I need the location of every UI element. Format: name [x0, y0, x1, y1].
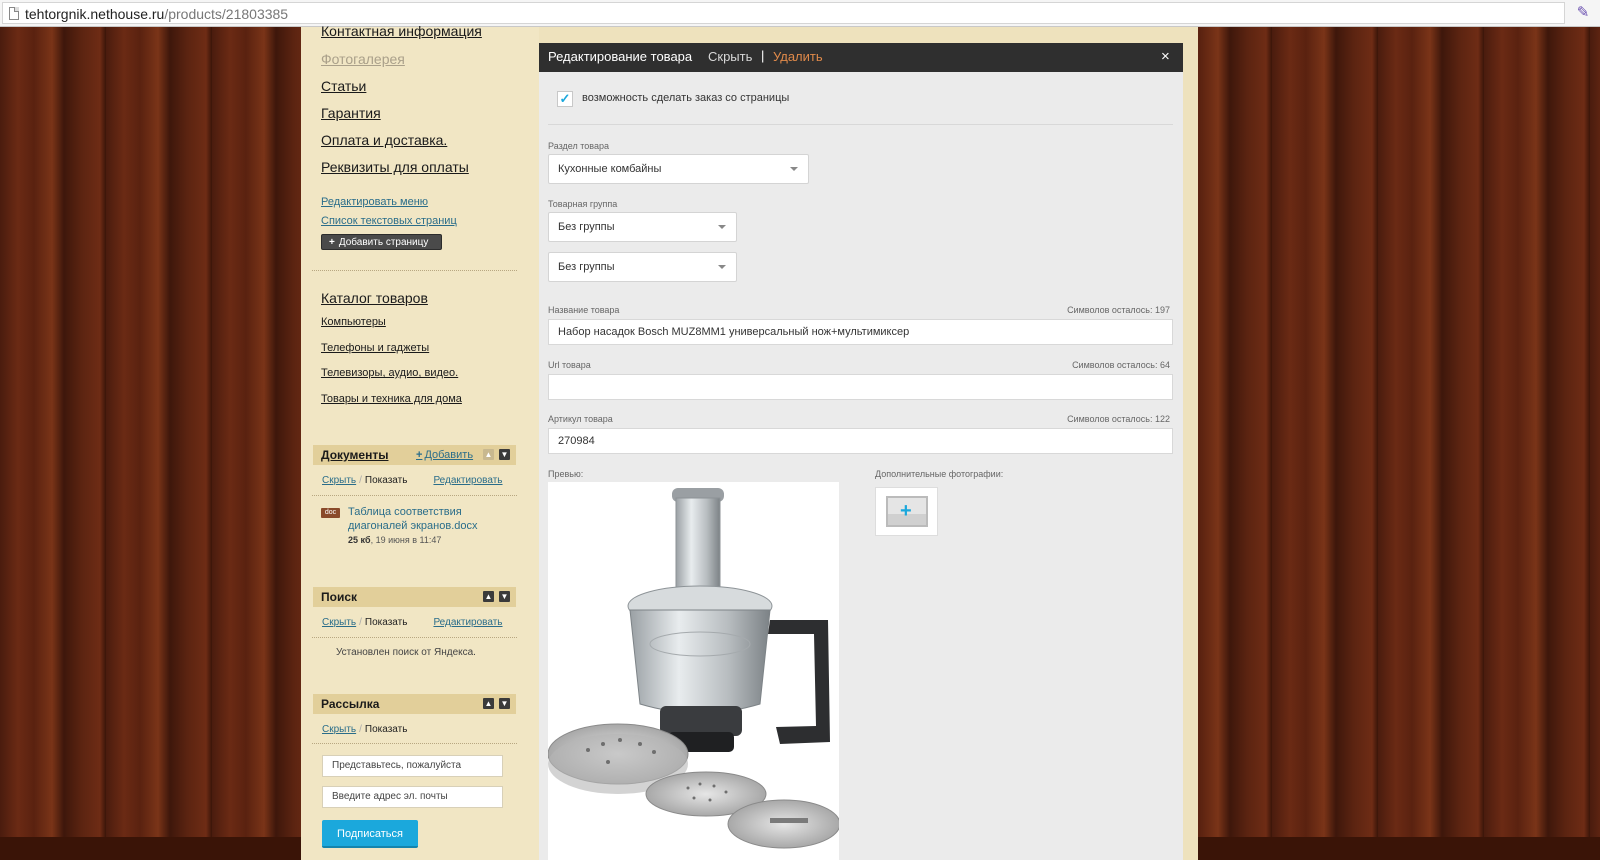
move-up-icon[interactable]: ▲: [483, 591, 494, 602]
catalog-item[interactable]: Компьютеры: [321, 316, 386, 328]
section-label: Раздел товара: [548, 141, 609, 151]
documents-header: Документы + Добавить ▲ ▼: [313, 445, 516, 465]
newsletter-title: Рассылка: [321, 697, 380, 711]
add-page-button[interactable]: + Добавить страницу: [321, 234, 442, 250]
page-icon: [9, 7, 19, 20]
preview-label: Превью:: [548, 469, 584, 479]
search-title: Поиск: [321, 590, 358, 604]
search-controls: Скрыть / Показать Редактировать: [322, 617, 503, 628]
name-input[interactable]: Представьтесь, пожалуйста: [322, 755, 503, 777]
chevron-down-icon: [718, 265, 726, 269]
chevron-down-icon: [718, 225, 726, 229]
product-sku-input[interactable]: 270984: [548, 428, 1173, 454]
section-select[interactable]: Кухонные комбайны: [548, 154, 809, 184]
sidebar-divider: [312, 637, 517, 638]
subgroup-select[interactable]: Без группы: [548, 252, 737, 282]
url-field[interactable]: tehtorgnik.nethouse.ru/products/21803385: [2, 2, 1565, 24]
url-text: tehtorgnik.nethouse.ru/products/21803385: [25, 6, 288, 22]
sidebar-divider: [312, 743, 517, 744]
url-label: Url товара: [548, 360, 591, 370]
move-down-icon[interactable]: ▼: [499, 449, 510, 460]
group-select[interactable]: Без группы: [548, 212, 737, 242]
url-host: tehtorgnik.nethouse.ru: [25, 6, 165, 22]
catalog-item[interactable]: Товары и техника для дома: [321, 393, 462, 405]
add-photo-button[interactable]: +: [875, 487, 938, 536]
close-icon[interactable]: ×: [1161, 47, 1170, 67]
menu-item-photogallery[interactable]: Фотогалерея: [321, 51, 405, 67]
extra-photos-label: Дополнительные фотографии:: [875, 469, 1004, 479]
email-input[interactable]: Введите адрес эл. почты: [322, 786, 503, 808]
menu-item-warranty[interactable]: Гарантия: [321, 105, 381, 121]
doc-file-icon: doc: [321, 508, 340, 518]
search-edit-link[interactable]: Редактировать: [433, 617, 502, 628]
address-bar: tehtorgnik.nethouse.ru/products/21803385…: [0, 0, 1600, 27]
documents-edit-link[interactable]: Редактировать: [433, 475, 502, 486]
document-size: 25 кб: [348, 535, 371, 545]
newsletter-show-link[interactable]: Показать: [365, 724, 408, 735]
menu-item-payment-delivery[interactable]: Оплата и доставка.: [321, 132, 447, 148]
move-down-icon[interactable]: ▼: [499, 591, 510, 602]
search-hide-link[interactable]: Скрыть: [322, 617, 356, 628]
product-name-input[interactable]: Набор насадок Bosch MUZ8MM1 универсальны…: [548, 319, 1173, 345]
move-up-icon[interactable]: ▲: [483, 698, 494, 709]
document-meta: 25 кб, 19 июня в 11:47: [348, 535, 441, 545]
edit-menu-link[interactable]: Редактировать меню: [321, 196, 428, 208]
catalog-item[interactable]: Телефоны и гаджеты: [321, 342, 429, 354]
documents-title[interactable]: Документы: [321, 448, 388, 462]
url-path: /products/21803385: [164, 6, 289, 22]
document-link[interactable]: Таблица соответствия диагоналей экранов.…: [348, 505, 498, 533]
move-up-icon[interactable]: ▲: [483, 449, 494, 460]
move-down-icon[interactable]: ▼: [499, 698, 510, 709]
plus-icon: +: [416, 449, 423, 461]
catalog-item[interactable]: Телевизоры, аудио, видео.: [321, 367, 458, 379]
document-date: , 19 июня в 11:47: [370, 535, 442, 545]
chevron-down-icon: [790, 167, 798, 171]
menu-item-payment-details[interactable]: Реквизиты для оплаты: [321, 159, 469, 175]
documents-hide-link[interactable]: Скрыть: [322, 475, 356, 486]
search-info: Установлен поиск от Яндекса.: [336, 647, 476, 658]
documents-add-link[interactable]: + Добавить: [416, 445, 473, 465]
sidebar-divider: [312, 495, 517, 496]
editor-hide-link[interactable]: Скрыть: [708, 49, 752, 64]
sidebar-divider: [312, 270, 517, 271]
editor-divider: [548, 124, 1173, 125]
order-checkbox-label: возможность сделать заказ со страницы: [582, 92, 790, 104]
search-header: Поиск ▲ ▼: [313, 587, 516, 607]
sku-label: Артикул товара: [548, 414, 613, 424]
menu-item-articles[interactable]: Статьи: [321, 78, 366, 94]
plus-icon: +: [329, 237, 335, 248]
catalog-title[interactable]: Каталог товаров: [321, 290, 428, 306]
group-label: Товарная группа: [548, 199, 618, 209]
documents-add-label: Добавить: [424, 449, 474, 461]
pen-icon[interactable]: ✎: [1574, 4, 1592, 22]
newsletter-hide-link[interactable]: Скрыть: [322, 724, 356, 735]
menu-item-contacts[interactable]: Контактная информация: [321, 23, 482, 39]
text-pages-link[interactable]: Список текстовых страниц: [321, 215, 457, 227]
order-checkbox[interactable]: ✓: [557, 91, 573, 107]
group-value: Без группы: [558, 221, 615, 233]
section-value: Кухонные комбайны: [558, 163, 662, 175]
newsletter-header: Рассылка ▲ ▼: [313, 694, 516, 714]
documents-controls: Скрыть / Показать Редактировать: [322, 475, 503, 486]
documents-show-link[interactable]: Показать: [365, 475, 408, 486]
newsletter-controls: Скрыть / Показать: [322, 724, 408, 735]
sidebar: [301, 27, 539, 860]
sku-chars-left: Символов осталось: 122: [1067, 414, 1170, 424]
editor-title: Редактирование товара: [548, 49, 693, 64]
editor-separator: |: [761, 48, 765, 63]
plus-icon: +: [900, 500, 912, 522]
subgroup-value: Без группы: [558, 261, 615, 273]
name-chars-left: Символов осталось: 197: [1067, 305, 1170, 315]
add-page-label: Добавить страницу: [338, 237, 429, 248]
editor-delete-link[interactable]: Удалить: [773, 49, 823, 64]
name-label: Название товара: [548, 305, 620, 315]
url-chars-left: Символов осталось: 64: [1072, 360, 1170, 370]
checkmark-icon: ✓: [559, 91, 571, 106]
search-show-link[interactable]: Показать: [365, 617, 408, 628]
product-url-input[interactable]: [548, 374, 1173, 400]
product-preview-image[interactable]: [548, 482, 839, 860]
subscribe-button[interactable]: Подписаться: [322, 820, 418, 848]
image-placeholder-icon: +: [886, 496, 928, 527]
food-processor-image: [548, 488, 839, 849]
